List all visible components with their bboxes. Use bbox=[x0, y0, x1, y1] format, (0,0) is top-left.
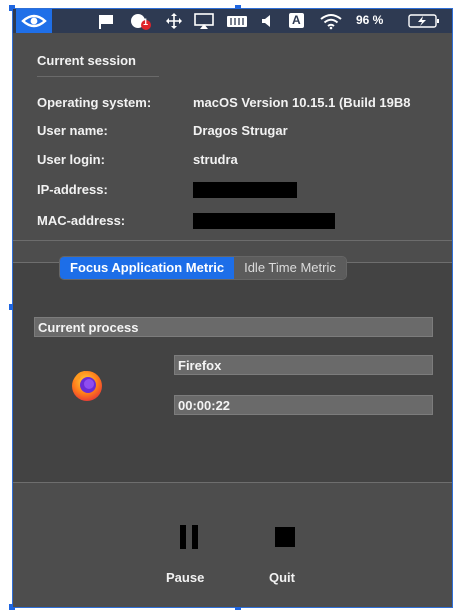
wifi-icon[interactable] bbox=[319, 12, 343, 30]
username-label: User name: bbox=[37, 123, 108, 138]
flag-icon[interactable] bbox=[97, 12, 117, 30]
pause-icon bbox=[180, 525, 198, 549]
volume-icon[interactable] bbox=[259, 12, 275, 30]
notification-app-icon[interactable]: 1 bbox=[129, 12, 155, 30]
battery-charging-icon[interactable] bbox=[407, 12, 443, 30]
process-name-field: Firefox bbox=[174, 355, 433, 375]
mac-address-redacted bbox=[193, 213, 335, 229]
input-source-letter: A bbox=[292, 13, 301, 27]
quit-label[interactable]: Quit bbox=[269, 570, 295, 585]
ip-address-label: IP-address: bbox=[37, 182, 108, 197]
tab-idle-time-metric[interactable]: Idle Time Metric bbox=[234, 257, 346, 279]
eye-icon[interactable] bbox=[16, 9, 52, 33]
stop-icon bbox=[275, 527, 295, 547]
section-divider bbox=[13, 240, 452, 241]
notification-count: 1 bbox=[143, 17, 149, 27]
ip-address-redacted bbox=[193, 182, 297, 198]
quit-button[interactable] bbox=[273, 525, 297, 549]
move-icon[interactable] bbox=[165, 12, 183, 30]
session-title: Current session bbox=[37, 53, 136, 68]
user-login-value: strudra bbox=[193, 152, 238, 167]
app-popover: 1 A 96 % Current session Operating syste… bbox=[13, 9, 452, 607]
elapsed-time-field: 00:00:22 bbox=[174, 395, 433, 415]
firefox-icon bbox=[68, 366, 106, 404]
input-source-icon[interactable]: A bbox=[287, 12, 307, 30]
tab-focus-application-metric[interactable]: Focus Application Metric bbox=[60, 257, 235, 279]
pause-button[interactable] bbox=[177, 523, 203, 551]
current-process-header: Current process bbox=[34, 317, 433, 337]
metric-tabs: Focus Application Metric Idle Time Metri… bbox=[59, 256, 347, 280]
battery-percent: 96 % bbox=[356, 13, 384, 27]
user-login-label: User login: bbox=[37, 152, 105, 167]
pause-label[interactable]: Pause bbox=[166, 570, 204, 585]
os-value: macOS Version 10.15.1 (Build 19B8 bbox=[193, 95, 411, 110]
mac-address-label: MAC-address: bbox=[37, 213, 126, 228]
keyboard-icon[interactable] bbox=[225, 12, 251, 30]
menu-bar: 1 A 96 % bbox=[13, 9, 452, 33]
username-value: Dragos Strugar bbox=[193, 123, 288, 138]
os-label: Operating system: bbox=[37, 95, 152, 110]
session-divider bbox=[37, 76, 159, 77]
airplay-icon[interactable] bbox=[193, 12, 215, 30]
